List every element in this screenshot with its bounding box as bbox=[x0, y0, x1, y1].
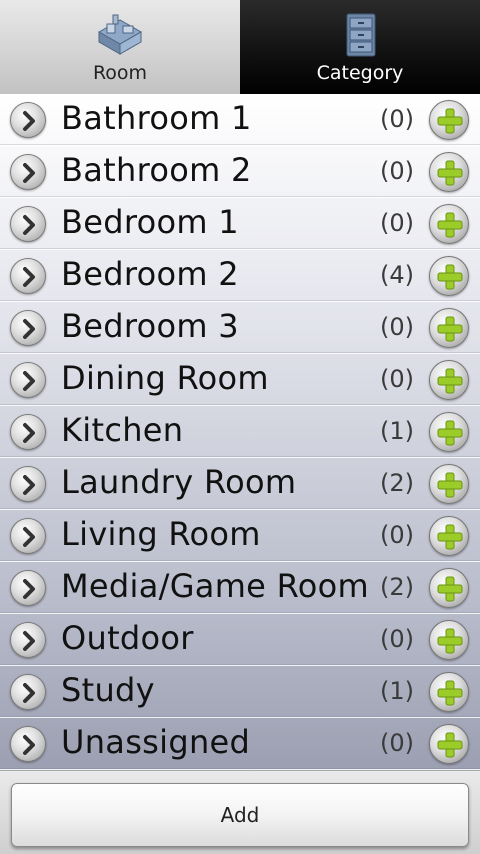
add-item-plus-icon[interactable] bbox=[429, 620, 469, 660]
room-name: Bedroom 1 bbox=[61, 203, 239, 241]
room-row[interactable]: Bedroom 3 (0) bbox=[0, 302, 480, 354]
cabinet-icon bbox=[346, 13, 376, 57]
expand-arrow-icon[interactable] bbox=[10, 674, 46, 710]
room-list: Bathroom 1 (0) Bathroom 2 (0) Bedroom 1 … bbox=[0, 94, 480, 770]
room-item-count: (0) bbox=[380, 313, 414, 341]
add-item-plus-icon[interactable] bbox=[429, 360, 469, 400]
tab-room[interactable]: Room bbox=[0, 0, 240, 94]
room-row[interactable]: Unassigned (0) bbox=[0, 718, 480, 770]
expand-arrow-icon[interactable] bbox=[10, 362, 46, 398]
room-item-count: (0) bbox=[380, 365, 414, 393]
room-row[interactable]: Bedroom 1 (0) bbox=[0, 198, 480, 250]
room-name: Bedroom 3 bbox=[61, 307, 239, 345]
expand-arrow-icon[interactable] bbox=[10, 206, 46, 242]
room-item-count: (1) bbox=[380, 417, 414, 445]
expand-arrow-icon[interactable] bbox=[10, 258, 46, 294]
expand-arrow-icon[interactable] bbox=[10, 102, 46, 138]
room-item-count: (0) bbox=[380, 729, 414, 757]
expand-arrow-icon[interactable] bbox=[10, 518, 46, 554]
expand-arrow-icon[interactable] bbox=[10, 310, 46, 346]
room-name: Outdoor bbox=[61, 619, 194, 657]
room-name: Media/Game Room bbox=[61, 567, 369, 605]
tab-room-label: Room bbox=[92, 62, 148, 84]
tab-category[interactable]: Category bbox=[240, 0, 480, 94]
room-name: Study bbox=[61, 671, 155, 709]
room-item-count: (0) bbox=[380, 209, 414, 237]
room-item-count: (0) bbox=[380, 625, 414, 653]
room-row[interactable]: Media/Game Room (2) bbox=[0, 562, 480, 614]
expand-arrow-icon[interactable] bbox=[10, 726, 46, 762]
add-item-plus-icon[interactable] bbox=[429, 724, 469, 764]
room-name: Bathroom 2 bbox=[61, 151, 252, 189]
room-item-count: (2) bbox=[380, 469, 414, 497]
room-row[interactable]: Living Room (0) bbox=[0, 510, 480, 562]
room-item-count: (0) bbox=[380, 157, 414, 185]
room-name: Bedroom 2 bbox=[61, 255, 239, 293]
expand-arrow-icon[interactable] bbox=[10, 466, 46, 502]
expand-arrow-icon[interactable] bbox=[10, 570, 46, 606]
room-item-count: (0) bbox=[380, 105, 414, 133]
bottom-bar: Add bbox=[0, 770, 480, 854]
add-item-plus-icon[interactable] bbox=[429, 464, 469, 504]
room-row[interactable]: Outdoor (0) bbox=[0, 614, 480, 666]
add-item-plus-icon[interactable] bbox=[429, 672, 469, 712]
room-row[interactable]: Bathroom 1 (0) bbox=[0, 94, 480, 146]
room-row[interactable]: Kitchen (1) bbox=[0, 406, 480, 458]
add-item-plus-icon[interactable] bbox=[429, 152, 469, 192]
tab-bar: Room Category bbox=[0, 0, 480, 94]
add-button[interactable]: Add bbox=[11, 783, 469, 847]
room-name: Bathroom 1 bbox=[61, 99, 252, 137]
room-name: Kitchen bbox=[61, 411, 184, 449]
room-item-count: (4) bbox=[380, 261, 414, 289]
add-item-plus-icon[interactable] bbox=[429, 568, 469, 608]
room-row[interactable]: Bedroom 2 (4) bbox=[0, 250, 480, 302]
expand-arrow-icon[interactable] bbox=[10, 414, 46, 450]
add-item-plus-icon[interactable] bbox=[429, 516, 469, 556]
add-item-plus-icon[interactable] bbox=[429, 100, 469, 140]
room-row[interactable]: Dining Room (0) bbox=[0, 354, 480, 406]
tab-category-label: Category bbox=[316, 62, 404, 84]
room-name: Unassigned bbox=[61, 723, 251, 761]
room-name: Dining Room bbox=[61, 359, 269, 397]
room-row[interactable]: Laundry Room (2) bbox=[0, 458, 480, 510]
room-name: Living Room bbox=[61, 515, 261, 553]
add-item-plus-icon[interactable] bbox=[429, 308, 469, 348]
room-item-count: (2) bbox=[380, 573, 414, 601]
room-item-count: (1) bbox=[380, 677, 414, 705]
add-item-plus-icon[interactable] bbox=[429, 204, 469, 244]
room-row[interactable]: Study (1) bbox=[0, 666, 480, 718]
room-row[interactable]: Bathroom 2 (0) bbox=[0, 146, 480, 198]
expand-arrow-icon[interactable] bbox=[10, 154, 46, 190]
room-item-count: (0) bbox=[380, 521, 414, 549]
expand-arrow-icon[interactable] bbox=[10, 622, 46, 658]
add-item-plus-icon[interactable] bbox=[429, 256, 469, 296]
room-name: Laundry Room bbox=[61, 463, 297, 501]
add-item-plus-icon[interactable] bbox=[429, 412, 469, 452]
house-icon bbox=[97, 14, 143, 55]
